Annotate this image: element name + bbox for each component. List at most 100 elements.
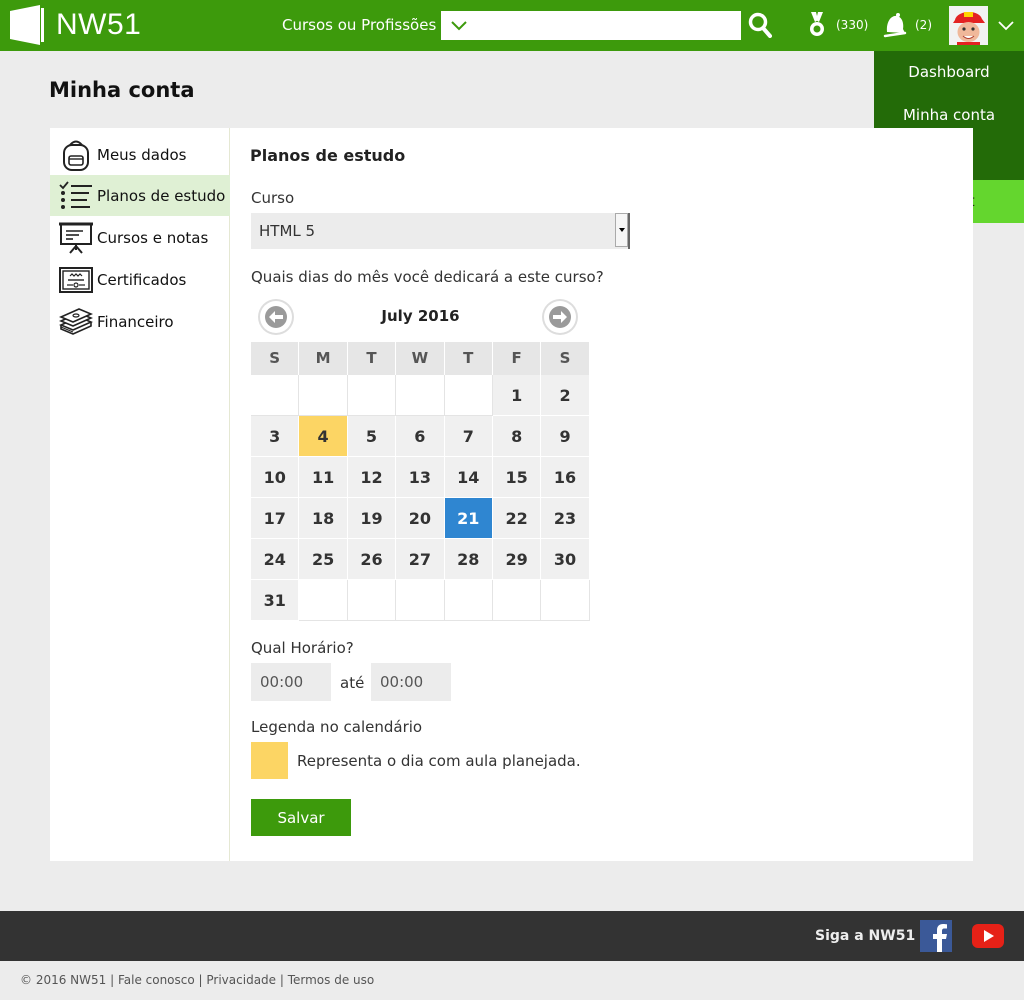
time-separator: até <box>340 674 365 692</box>
calendar-empty-cell <box>347 580 397 621</box>
calendar-grid: S M T W T F S 1 2 3 4 5 6 7 8 9 10 11 12 13 14 15 16 17 18 19 20 21… <box>251 342 590 621</box>
footer-link-terms[interactable]: Termos de uso <box>288 973 375 987</box>
money-stack-icon <box>59 305 93 339</box>
weekday-header: S <box>541 342 590 375</box>
copyright-text: © 2016 NW51 <box>20 973 107 987</box>
chevron-down-icon[interactable] <box>449 17 469 33</box>
calendar-day[interactable]: 26 <box>347 539 397 580</box>
search-field[interactable] <box>441 11 741 40</box>
time-to-input[interactable] <box>371 663 451 701</box>
calendar-day[interactable]: 14 <box>444 457 493 498</box>
bell-icon <box>883 13 907 38</box>
calendar-empty-cell <box>396 375 445 416</box>
calendar-day[interactable]: 10 <box>251 457 300 498</box>
course-select[interactable]: HTML 5 <box>251 213 630 249</box>
facebook-icon[interactable] <box>920 920 952 952</box>
dropdown-arrow-icon[interactable] <box>615 213 628 247</box>
calendar-day[interactable]: 19 <box>347 498 397 539</box>
calendar-day[interactable]: 17 <box>251 498 300 539</box>
follow-label: Siga a NW51 <box>815 928 916 944</box>
footer-link-contact[interactable]: Fale conosco <box>118 973 195 987</box>
calendar-empty-cell <box>251 375 300 416</box>
calendar-header: July 2016 <box>251 298 590 342</box>
course-label: Curso <box>251 189 295 207</box>
notifications-count: (2) <box>915 18 932 32</box>
user-avatar-icon <box>949 6 988 45</box>
medal-icon <box>810 12 824 36</box>
save-button[interactable]: Salvar <box>251 799 351 836</box>
calendar-empty-cell <box>444 580 493 621</box>
sidebar-item-planos-de-estudo[interactable]: Planos de estudo <box>50 175 230 216</box>
next-month-button[interactable] <box>544 301 576 333</box>
weekday-header: F <box>492 342 542 375</box>
notifications-badge[interactable]: (2) <box>883 12 932 38</box>
certificate-icon <box>59 263 93 297</box>
search-label: Cursos ou Profissões <box>282 16 437 34</box>
calendar-day[interactable]: 16 <box>541 457 590 498</box>
weekday-header: M <box>299 342 348 375</box>
calendar-day[interactable]: 5 <box>347 416 397 457</box>
youtube-icon[interactable] <box>972 924 1004 948</box>
search-input[interactable] <box>441 11 741 40</box>
logo-mark-icon <box>10 5 44 45</box>
sidebar-item-certificados[interactable]: Certificados <box>50 259 230 300</box>
account-sidebar: Meus dados Planos de estudo Cursos e not… <box>50 128 230 861</box>
calendar: July 2016 S M T W T F S 1 2 3 4 5 6 7 8 9 10 11 12 13 14 15 16… <box>251 298 590 621</box>
calendar-day[interactable]: 31 <box>251 580 300 621</box>
page-title: Minha conta <box>49 78 195 102</box>
calendar-empty-cell <box>347 375 397 416</box>
avatar[interactable] <box>949 6 988 45</box>
calendar-day[interactable]: 12 <box>347 457 397 498</box>
sidebar-item-label: Certificados <box>97 270 187 289</box>
sidebar-item-cursos-e-notas[interactable]: Cursos e notas <box>50 217 230 258</box>
calendar-day[interactable]: 20 <box>396 498 445 539</box>
weekday-header: T <box>347 342 397 375</box>
calendar-day[interactable]: 13 <box>396 457 445 498</box>
calendar-day[interactable]: 21 <box>444 498 493 539</box>
calendar-day[interactable]: 15 <box>492 457 542 498</box>
calendar-day[interactable]: 18 <box>299 498 348 539</box>
search-icon[interactable] <box>748 12 772 38</box>
weekday-header: W <box>396 342 445 375</box>
calendar-day[interactable]: 4 <box>299 416 348 457</box>
calendar-day[interactable]: 25 <box>299 539 348 580</box>
calendar-day[interactable]: 2 <box>541 375 590 416</box>
legend-planned-swatch <box>251 742 288 779</box>
calendar-day[interactable]: 9 <box>541 416 590 457</box>
calendar-empty-cell <box>299 375 348 416</box>
calendar-empty-cell <box>492 580 542 621</box>
copyright-bar: © 2016 NW51 | Fale conosco | Privacidade… <box>20 973 375 987</box>
calendar-day[interactable]: 29 <box>492 539 542 580</box>
calendar-day[interactable]: 1 <box>492 375 542 416</box>
points-badge[interactable]: (330) <box>806 12 868 38</box>
calendar-day[interactable]: 3 <box>251 416 300 457</box>
sidebar-item-financeiro[interactable]: Financeiro <box>50 301 230 342</box>
calendar-day[interactable]: 22 <box>492 498 542 539</box>
calendar-day[interactable]: 28 <box>444 539 493 580</box>
sidebar-item-label: Planos de estudo <box>97 186 226 205</box>
section-title: Planos de estudo <box>250 146 406 165</box>
calendar-day[interactable]: 6 <box>396 416 445 457</box>
footer: Siga a NW51 <box>0 911 1024 961</box>
calendar-day[interactable]: 7 <box>444 416 493 457</box>
arrow-right-icon <box>549 306 571 328</box>
sidebar-item-label: Financeiro <box>97 312 174 331</box>
footer-link-privacy[interactable]: Privacidade <box>206 973 276 987</box>
brand-logo[interactable]: NW51 <box>10 5 141 45</box>
calendar-day[interactable]: 8 <box>492 416 542 457</box>
sidebar-item-meus-dados[interactable]: Meus dados <box>50 134 230 175</box>
account-panel: Meus dados Planos de estudo Cursos e not… <box>50 128 973 861</box>
calendar-day[interactable]: 23 <box>541 498 590 539</box>
chevron-down-icon[interactable] <box>996 18 1016 32</box>
checklist-icon <box>59 179 93 213</box>
calendar-day[interactable]: 11 <box>299 457 348 498</box>
top-bar: NW51 Cursos ou Profissões (330) (2) <box>0 0 1024 51</box>
calendar-day[interactable]: 30 <box>541 539 590 580</box>
time-from-input[interactable] <box>251 663 331 701</box>
calendar-day[interactable]: 27 <box>396 539 445 580</box>
calendar-empty-cell <box>299 580 348 621</box>
menu-item-dashboard[interactable]: Dashboard <box>874 51 1024 94</box>
course-select-value: HTML 5 <box>259 222 316 240</box>
calendar-day[interactable]: 24 <box>251 539 300 580</box>
sidebar-item-label: Meus dados <box>97 145 187 164</box>
